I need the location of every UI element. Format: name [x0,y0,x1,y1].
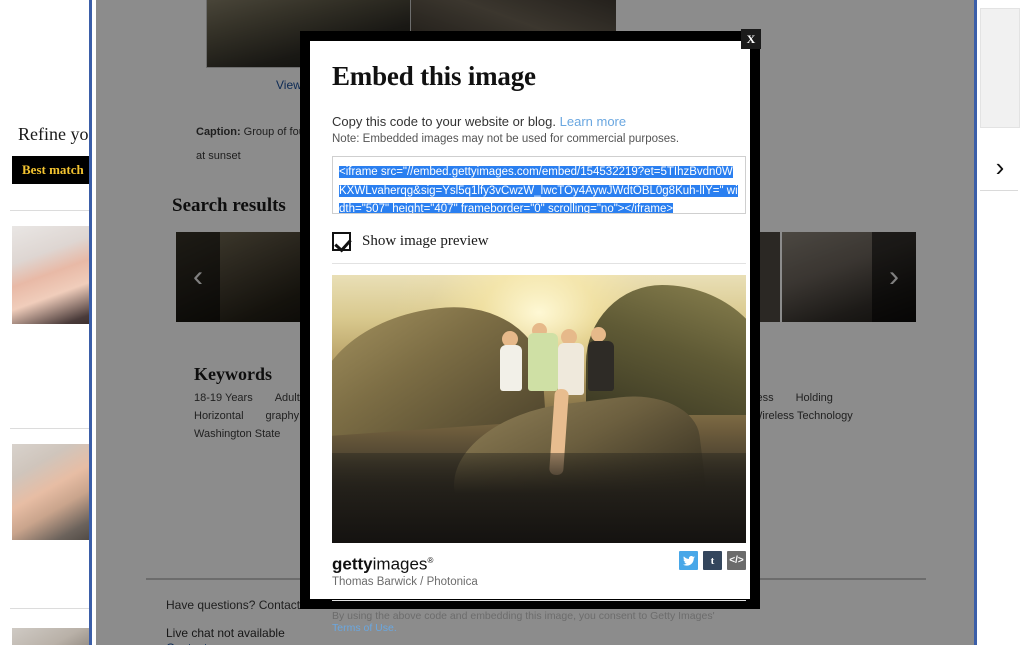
commercial-use-note: Note: Embedded images may not be used fo… [332,133,680,145]
divider [10,428,89,429]
embed-code-icon[interactable]: </> [727,551,746,570]
person-body [500,345,522,391]
twitter-share-icon[interactable] [679,551,698,570]
embed-code-text[interactable]: <iframe src="//embed.gettyimages.com/emb… [339,166,738,213]
right-next-arrow[interactable]: › [988,152,1012,182]
embed-code-field[interactable]: <iframe src="//embed.gettyimages.com/emb… [332,156,746,214]
getty-images-logo: gettyimages® [332,551,478,574]
people-group [492,323,652,476]
refine-heading: Refine yo [18,124,89,144]
divider [10,210,89,211]
brand-light: images [372,554,428,574]
divider [980,190,1018,191]
terms-of-use-link[interactable]: Terms of Use. [332,622,397,634]
left-sidebar-frame: Refine yo Best match [0,0,92,645]
sidebar-thumbnail[interactable] [12,444,89,540]
tumblr-share-icon[interactable]: t [703,551,722,570]
divider [332,263,746,264]
divider [332,599,746,601]
person-body [558,343,584,395]
photo-credit: Thomas Barwick / Photonica [332,575,478,588]
learn-more-link[interactable]: Learn more [560,114,626,129]
terms-notice-text: By using the above code and embedding th… [332,609,715,622]
copy-instruction-text: Copy this code to your website or blog. [332,114,557,129]
screen: by Thomas Barwick View Caption: Group of… [0,0,1024,645]
modal-body: X Embed this image Copy this code to you… [310,29,761,634]
modal-title: Embed this image [332,61,536,91]
sidebar-thumbnail[interactable] [12,628,89,645]
brand-bold: getty [332,554,373,574]
right-sidebar-frame: › [974,0,1024,645]
credit-block: gettyimages® Thomas Barwick / Photonica [332,551,478,588]
terms-notice: By using the above code and embedding th… [332,610,728,634]
right-panel-box [980,8,1020,128]
social-share-group: t </> [679,551,746,570]
divider [10,608,89,609]
person-body [588,341,614,391]
registered-mark-icon: ® [427,556,434,565]
credit-row: gettyimages® Thomas Barwick / Photonica … [332,551,746,588]
person-head [591,327,606,342]
image-preview [332,275,746,543]
person-body [528,333,558,391]
close-icon[interactable]: X [741,29,761,49]
landscape-water [332,453,746,543]
sidebar-thumbnail[interactable] [12,226,89,324]
show-preview-checkbox[interactable] [332,232,351,251]
embed-image-modal: X Embed this image Copy this code to you… [300,29,761,634]
copy-instruction: Copy this code to your website or blog. … [332,114,728,129]
show-preview-label[interactable]: Show image preview [362,233,489,250]
best-match-button[interactable]: Best match [12,156,89,184]
show-preview-row: Show image preview [332,232,728,251]
